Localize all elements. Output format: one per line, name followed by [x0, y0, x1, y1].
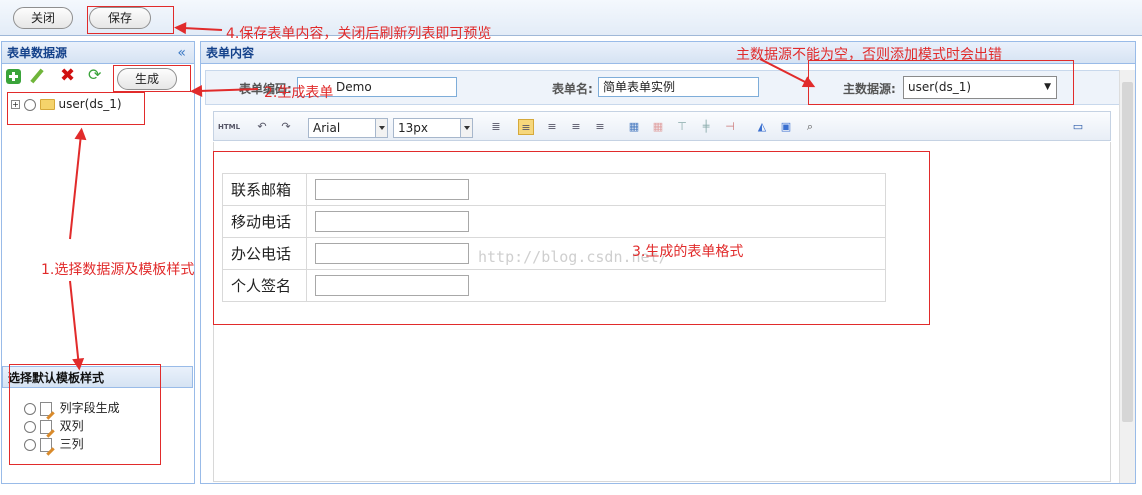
- form-row-label: 个人签名: [222, 269, 307, 302]
- template-option-two-col[interactable]: 双列: [24, 417, 84, 434]
- generated-form-table: 联系邮箱 移动电话 办公电话 个人签名: [222, 173, 886, 302]
- template-option-label: 双列: [59, 419, 84, 433]
- template-radio[interactable]: [24, 438, 36, 451]
- font-family-value: Arial: [313, 121, 341, 135]
- table-row: 移动电话: [222, 205, 886, 238]
- table-row: 联系邮箱: [222, 173, 886, 206]
- template-file-icon: [39, 401, 52, 416]
- template-file-icon: [39, 419, 52, 434]
- template-radio[interactable]: [24, 420, 36, 433]
- form-code-value: Demo: [336, 80, 372, 94]
- template-option-columns[interactable]: 列字段生成: [24, 399, 120, 416]
- form-row-cell: [306, 173, 886, 206]
- close-button[interactable]: 关闭: [13, 7, 73, 29]
- fullscreen-icon[interactable]: ▭: [1070, 119, 1086, 135]
- refresh-icon[interactable]: ⟳: [88, 67, 104, 83]
- template-radio[interactable]: [24, 402, 36, 415]
- collapse-icon[interactable]: «: [177, 42, 186, 64]
- form-name-input[interactable]: 简单表单实例: [598, 77, 759, 97]
- image-icon[interactable]: ▣: [778, 119, 794, 135]
- annotation-step3: 3.生成的表单格式: [632, 244, 744, 260]
- tree-radio[interactable]: [23, 98, 36, 111]
- delete-row-icon[interactable]: ⊣: [722, 119, 738, 135]
- form-row-input[interactable]: [315, 275, 469, 296]
- form-row-cell: [306, 269, 886, 302]
- datasource-select[interactable]: user(ds_1) ▼: [903, 76, 1057, 99]
- form-row-label: 办公电话: [222, 237, 307, 270]
- table-delete-icon[interactable]: ▦: [650, 119, 666, 135]
- preview-icon[interactable]: ⌕: [802, 119, 818, 135]
- form-row-label: 移动电话: [222, 205, 307, 238]
- editor-toolbar: HTML ↶ ↷ Arial 13px ≣ ≡ ≡ ≡ ≡ ▦ ▦ ⊤ ╪ ⊣ …: [213, 111, 1111, 141]
- add-icon[interactable]: [6, 69, 21, 84]
- align-left-icon[interactable]: ≡: [518, 119, 534, 135]
- template-option-label: 列字段生成: [59, 401, 120, 415]
- font-family-select[interactable]: Arial: [308, 118, 388, 138]
- align-right-icon[interactable]: ≡: [568, 119, 584, 135]
- save-button[interactable]: 保存: [89, 7, 151, 29]
- form-row-cell: [306, 205, 886, 238]
- template-option-label: 三列: [59, 437, 84, 451]
- annotation-step4: 4.保存表单内容，关闭后刷新列表即可预览: [226, 26, 492, 42]
- folder-icon: [39, 99, 55, 110]
- insert-row-icon[interactable]: ╪: [698, 119, 714, 135]
- font-size-select[interactable]: 13px: [393, 118, 473, 138]
- align-center-icon[interactable]: ≡: [544, 119, 560, 135]
- template-panel: 选择默认模板样式 列字段生成 双列 三列: [2, 366, 193, 484]
- top-toolbar: 关闭 保存: [0, 0, 1142, 36]
- html-source-button[interactable]: HTML: [218, 119, 240, 135]
- table-row: 个人签名: [222, 269, 886, 302]
- annotation-datasource-warning: 主数据源不能为空，否则添加模式时会出错: [736, 47, 1002, 63]
- expand-icon[interactable]: +: [11, 100, 20, 109]
- form-row-input[interactable]: [315, 243, 469, 264]
- insert-col-icon[interactable]: ⊤: [674, 119, 690, 135]
- annotation-step2: 2.生成表单: [264, 85, 334, 101]
- datasource-label: 主数据源:: [843, 82, 896, 96]
- table-icon[interactable]: ▦: [626, 119, 642, 135]
- font-size-value: 13px: [398, 121, 428, 135]
- align-justify-icon[interactable]: ≡: [592, 119, 608, 135]
- form-row-input[interactable]: [315, 179, 469, 200]
- generate-button[interactable]: 生成: [117, 68, 177, 90]
- delete-x-icon[interactable]: ✖: [60, 67, 78, 85]
- shape-icon[interactable]: ◭: [754, 119, 770, 135]
- dropdown-arrow-icon: ▼: [1044, 82, 1051, 92]
- template-file-icon: [39, 437, 52, 452]
- datasource-value: user(ds_1): [908, 80, 972, 94]
- form-row-label: 联系邮箱: [222, 173, 307, 206]
- paragraph-icon[interactable]: ≣: [488, 119, 504, 135]
- tree-item-user-ds1[interactable]: + user(ds_1): [11, 97, 122, 111]
- datasource-panel-title-text: 表单数据源: [7, 46, 68, 60]
- template-option-three-col[interactable]: 三列: [24, 435, 84, 452]
- datasource-panel-title: 表单数据源 «: [2, 42, 194, 64]
- template-panel-title: 选择默认模板样式: [2, 366, 193, 388]
- vertical-scrollbar[interactable]: [1119, 70, 1135, 483]
- annotation-step1: 1.选择数据源及模板样式: [41, 262, 195, 278]
- redo-icon[interactable]: ↷: [278, 119, 294, 135]
- pencil-icon[interactable]: [30, 68, 44, 84]
- tree-item-label: user(ds_1): [58, 97, 122, 111]
- form-name-label: 表单名:: [552, 82, 593, 96]
- undo-icon[interactable]: ↶: [254, 119, 270, 135]
- form-row-input[interactable]: [315, 211, 469, 232]
